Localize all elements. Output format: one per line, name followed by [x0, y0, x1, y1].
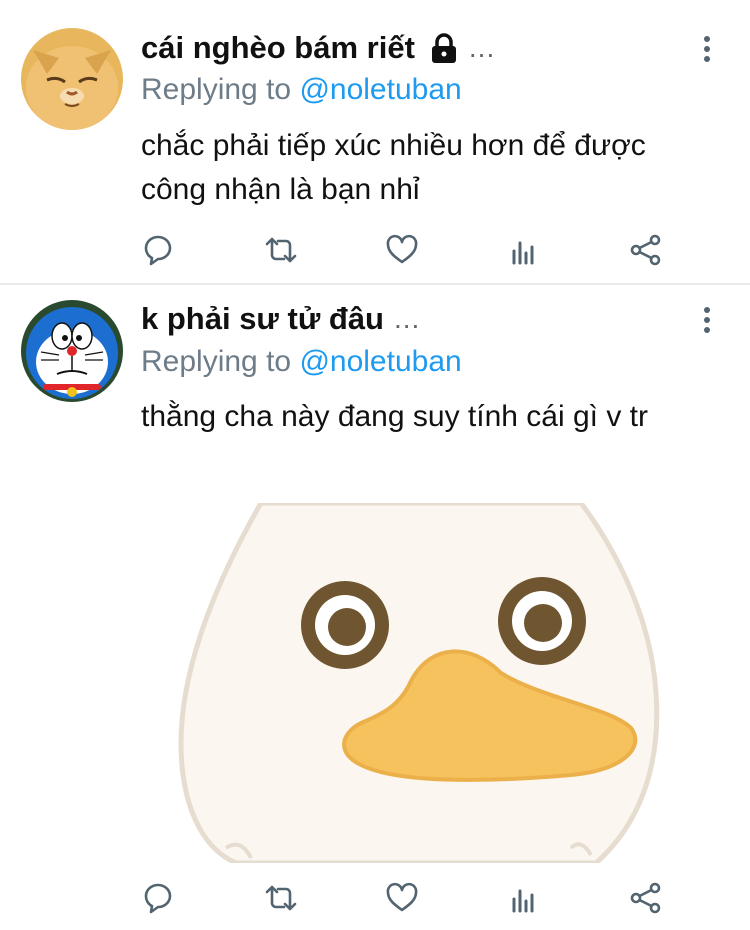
replying-to-label: Replying to: [141, 345, 292, 378]
tweet-reply-2[interactable]: k phải sư tử đâu ... Replying to @noletu…: [0, 285, 750, 930]
retweet-button[interactable]: [261, 230, 301, 270]
name-truncation-ellipsis: ...: [394, 303, 421, 334]
lock-icon: [429, 32, 459, 64]
reply-button[interactable]: [138, 878, 178, 918]
like-button[interactable]: [382, 230, 422, 270]
more-options-icon[interactable]: [698, 307, 716, 337]
more-options-icon[interactable]: [698, 36, 716, 66]
avatar[interactable]: [21, 300, 123, 402]
reply-handle-link[interactable]: @noletuban: [299, 345, 461, 378]
tweet-reply-1[interactable]: cái nghèo bám riết ... Replying to @nole…: [0, 0, 750, 283]
tweet-text: thằng cha này đang suy tính cái gì v tr: [141, 400, 648, 433]
orange-cat-avatar-image: [21, 28, 123, 130]
reply-icon: [144, 235, 172, 266]
doraemon-avatar-image: [21, 300, 123, 402]
bar-chart-icon: [512, 241, 534, 265]
display-name[interactable]: cái nghèo bám riết: [141, 30, 415, 66]
share-button[interactable]: [626, 878, 666, 918]
reply-context: Replying to @noletuban: [141, 345, 462, 379]
like-button[interactable]: [382, 878, 422, 918]
reply-handle-link[interactable]: @noletuban: [299, 73, 461, 106]
author-row[interactable]: cái nghèo bám riết ...: [141, 30, 495, 66]
retweet-button[interactable]: [261, 878, 301, 918]
reply-button[interactable]: [138, 230, 178, 270]
display-name[interactable]: k phải sư tử đâu: [141, 301, 384, 337]
tweet-media-image[interactable]: [141, 503, 680, 863]
heart-icon: [386, 882, 418, 912]
heart-icon: [386, 234, 418, 264]
name-truncation-ellipsis: ...: [468, 32, 496, 63]
tweet-text: chắc phải tiếp xúc nhiều hơn để được côn…: [141, 129, 646, 206]
analytics-button[interactable]: [504, 878, 544, 918]
share-icon: [630, 234, 661, 266]
reply-icon: [144, 883, 172, 914]
duck-face-sticker: [141, 503, 680, 863]
analytics-button[interactable]: [504, 230, 544, 270]
avatar[interactable]: [21, 28, 123, 130]
share-button[interactable]: [626, 230, 666, 270]
retweet-icon: [265, 237, 297, 263]
reply-context: Replying to @noletuban: [141, 73, 462, 107]
tweet-actions: [0, 230, 750, 270]
retweet-icon: [265, 885, 297, 911]
share-icon: [630, 882, 661, 914]
author-row[interactable]: k phải sư tử đâu ...: [141, 301, 420, 337]
replying-to-label: Replying to: [141, 73, 292, 106]
tweet-actions: [0, 878, 750, 918]
bar-chart-icon: [512, 889, 534, 913]
